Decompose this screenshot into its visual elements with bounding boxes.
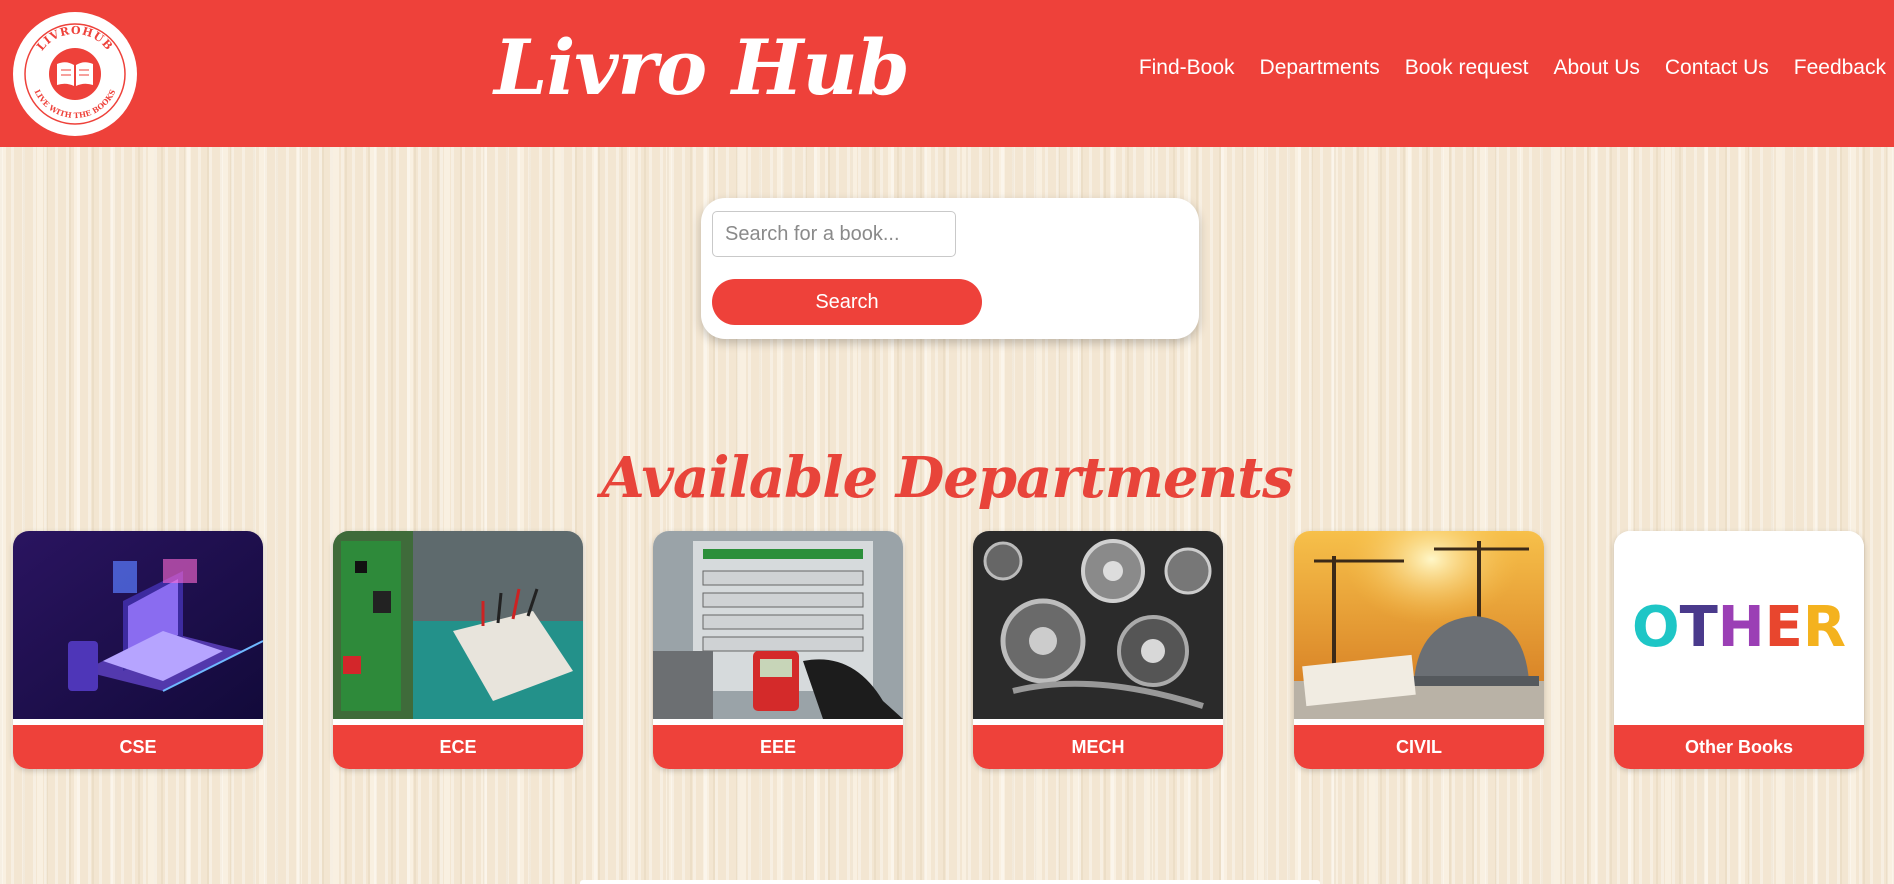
department-label: MECH (973, 725, 1223, 769)
eee-image (653, 531, 903, 719)
department-label: CSE (13, 725, 263, 769)
other-image: OTHER (1614, 531, 1864, 719)
site-header: LIVROHUB LIVE WITH THE BOOKS Livro Hub F… (0, 0, 1894, 147)
department-label: ECE (333, 725, 583, 769)
nav-contact-us[interactable]: Contact Us (1665, 56, 1769, 80)
nav-book-request[interactable]: Book request (1405, 56, 1529, 80)
department-card-civil[interactable]: CIVIL (1294, 531, 1544, 769)
nav-feedback[interactable]: Feedback (1794, 56, 1886, 80)
search-button[interactable]: Search (712, 279, 982, 325)
next-section-edge (580, 880, 1320, 884)
department-label: CIVIL (1294, 725, 1544, 769)
department-card-cse[interactable]: CSE (13, 531, 263, 769)
other-wordmark: OTHER (1632, 595, 1846, 660)
cse-image (13, 531, 263, 719)
site-logo[interactable]: LIVROHUB LIVE WITH THE BOOKS (13, 12, 137, 136)
brand-title: Livro Hub (494, 23, 910, 112)
civil-image (1294, 531, 1544, 719)
department-card-eee[interactable]: EEE (653, 531, 903, 769)
department-label: Other Books (1614, 725, 1864, 769)
ece-image (333, 531, 583, 719)
department-card-other[interactable]: OTHER Other Books (1614, 531, 1864, 769)
main-nav: Find-Book Departments Book request About… (1114, 56, 1886, 80)
search-input[interactable] (712, 211, 956, 257)
nav-find-book[interactable]: Find-Book (1139, 56, 1235, 80)
department-card-ece[interactable]: ECE (333, 531, 583, 769)
logo-emblem: LIVROHUB LIVE WITH THE BOOKS (24, 23, 126, 125)
department-label: EEE (653, 725, 903, 769)
departments-heading: Available Departments (601, 445, 1293, 511)
open-book-icon (49, 48, 101, 100)
nav-about-us[interactable]: About Us (1554, 56, 1640, 80)
department-card-mech[interactable]: MECH (973, 531, 1223, 769)
nav-departments[interactable]: Departments (1260, 56, 1380, 80)
mech-image (973, 531, 1223, 719)
search-card: Search (701, 198, 1199, 339)
